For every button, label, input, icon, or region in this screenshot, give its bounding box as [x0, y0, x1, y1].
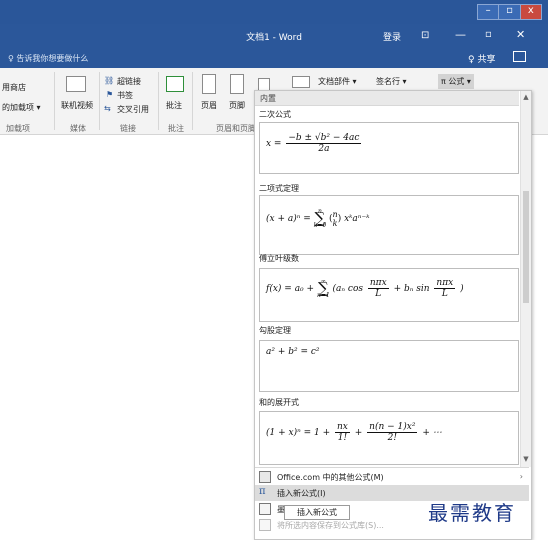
bg-close-button[interactable]: x	[519, 4, 542, 20]
submenu-chevron-icon: ›	[519, 472, 523, 481]
entry-title-fourier: 傅立叶级数	[259, 254, 299, 263]
formula-quadratic: x = −b ± √b² − 4ac 2a	[266, 133, 362, 154]
gallery-header-label: 内置	[260, 94, 276, 103]
pi-icon: π	[259, 486, 266, 497]
tell-me-bar: ♀ 告诉我你想要做什么 ♀ 共享	[0, 48, 548, 68]
gallery-scrollbar[interactable]: ▲ ▼	[520, 91, 531, 467]
equation-entry-pythagoras[interactable]: a² + b² = c²	[259, 340, 519, 392]
entry-title-sum-expansion: 和的展开式	[259, 398, 299, 407]
footer-icon	[230, 74, 244, 94]
hyperlink-button[interactable]: 超链接	[117, 76, 141, 87]
maximize-button[interactable]: ▫	[485, 29, 492, 40]
header-icon	[202, 74, 216, 94]
entry-title-pythagoras: 勾股定理	[259, 326, 291, 335]
gallery-header: 内置	[255, 91, 519, 106]
quick-parts-button[interactable]: 文档部件 ▾	[318, 76, 357, 87]
footer-button[interactable]: 页脚	[229, 100, 245, 111]
group-label-header-footer: 页眉和页脚	[216, 124, 256, 133]
formula-pythagoras: a² + b² = c²	[266, 347, 320, 357]
crossref-button[interactable]: 交叉引用	[117, 104, 149, 115]
group-label-comments: 批注	[168, 124, 184, 133]
title-bar: 文档1 - Word 登录 ⊡ — ▫ ✕	[0, 24, 548, 48]
equation-entry-quadratic[interactable]: x = −b ± √b² − 4ac 2a	[259, 122, 519, 174]
divider	[158, 72, 159, 130]
watermark-text: 最需教育	[428, 501, 516, 525]
addins-button[interactable]: 的加载项 ▾	[2, 102, 41, 113]
tell-me-input[interactable]: ♀ 告诉我你想要做什么	[8, 53, 88, 64]
formula-binomial: (x + a)ⁿ = n ∑ k=0 (n k) xᵏaⁿ⁻ᵏ	[266, 208, 370, 229]
equation-entry-fourier[interactable]: f(x) = a₀ + ∞ ∑ n=1 (aₙ cos nπx L + bₙ sin …	[259, 268, 519, 322]
save-selection-icon	[259, 519, 271, 531]
share-button[interactable]: ♀ 共享	[468, 52, 495, 65]
background-window-controls: – ▫ x	[477, 4, 542, 20]
link-icon: ⛓	[104, 76, 115, 85]
textbox-icon	[292, 76, 310, 88]
formula-sum-expansion: (1 + x)ⁿ = 1 + nx 1! + n(n − 1)x² 2! + ⋯	[266, 422, 442, 443]
divider	[54, 72, 55, 130]
group-label-media: 媒体	[70, 124, 86, 133]
ribbon-display-icon[interactable]: ⊡	[421, 30, 429, 41]
desktop-strip: – ▫ x	[0, 0, 548, 24]
signature-line-button[interactable]: 签名行 ▾	[376, 76, 407, 87]
bg-maximize-button[interactable]: ▫	[498, 4, 521, 20]
scroll-down-arrow-icon[interactable]: ▼	[521, 455, 531, 463]
scroll-thumb[interactable]	[523, 191, 529, 303]
entry-title-quadratic: 二次公式	[259, 110, 291, 119]
comment-insert-icon	[166, 76, 184, 92]
close-button[interactable]: ✕	[516, 28, 525, 41]
entry-title-binomial: 二项式定理	[259, 184, 299, 193]
crossref-icon: ⇆	[104, 104, 111, 113]
group-label-links: 链接	[120, 124, 136, 133]
minimize-button[interactable]: —	[455, 28, 466, 41]
ink-equation-icon	[259, 503, 271, 515]
bookmark-icon: ⚑	[106, 90, 114, 99]
divider	[255, 467, 529, 468]
scroll-up-arrow-icon[interactable]: ▲	[521, 93, 531, 101]
menu-item-more-office-equations[interactable]: Office.com 中的其他公式(M) ›	[255, 469, 529, 485]
bookmark-button[interactable]: 书签	[117, 90, 133, 101]
online-video-icon	[66, 76, 86, 92]
header-button[interactable]: 页眉	[201, 100, 217, 111]
comment-button[interactable]: 批注	[166, 100, 182, 111]
group-label-addins: 加载项	[6, 124, 30, 133]
login-link[interactable]: 登录	[383, 30, 401, 43]
comment-icon[interactable]	[513, 51, 526, 62]
divider	[99, 72, 100, 130]
equation-entry-sum-expansion[interactable]: (1 + x)ⁿ = 1 + nx 1! + n(n − 1)x² 2! + ⋯	[259, 411, 519, 465]
office-icon	[259, 471, 271, 483]
equation-entry-binomial[interactable]: (x + a)ⁿ = n ∑ k=0 (n k) xᵏaⁿ⁻ᵏ	[259, 195, 519, 255]
tooltip: 插入新公式	[284, 505, 350, 520]
equation-gallery: 内置 二次公式 x = −b ± √b² − 4ac 2a 二项式定理 (x + …	[254, 90, 532, 540]
online-video-button[interactable]: 联机视频	[61, 100, 93, 111]
divider	[192, 72, 193, 130]
equation-button[interactable]: π 公式 ▾	[438, 74, 474, 89]
bg-minimize-button[interactable]: –	[477, 4, 500, 20]
store-button[interactable]: 用商店	[2, 82, 26, 93]
formula-fourier: f(x) = a₀ + ∞ ∑ n=1 (aₙ cos nπx L + bₙ sin …	[266, 278, 464, 299]
